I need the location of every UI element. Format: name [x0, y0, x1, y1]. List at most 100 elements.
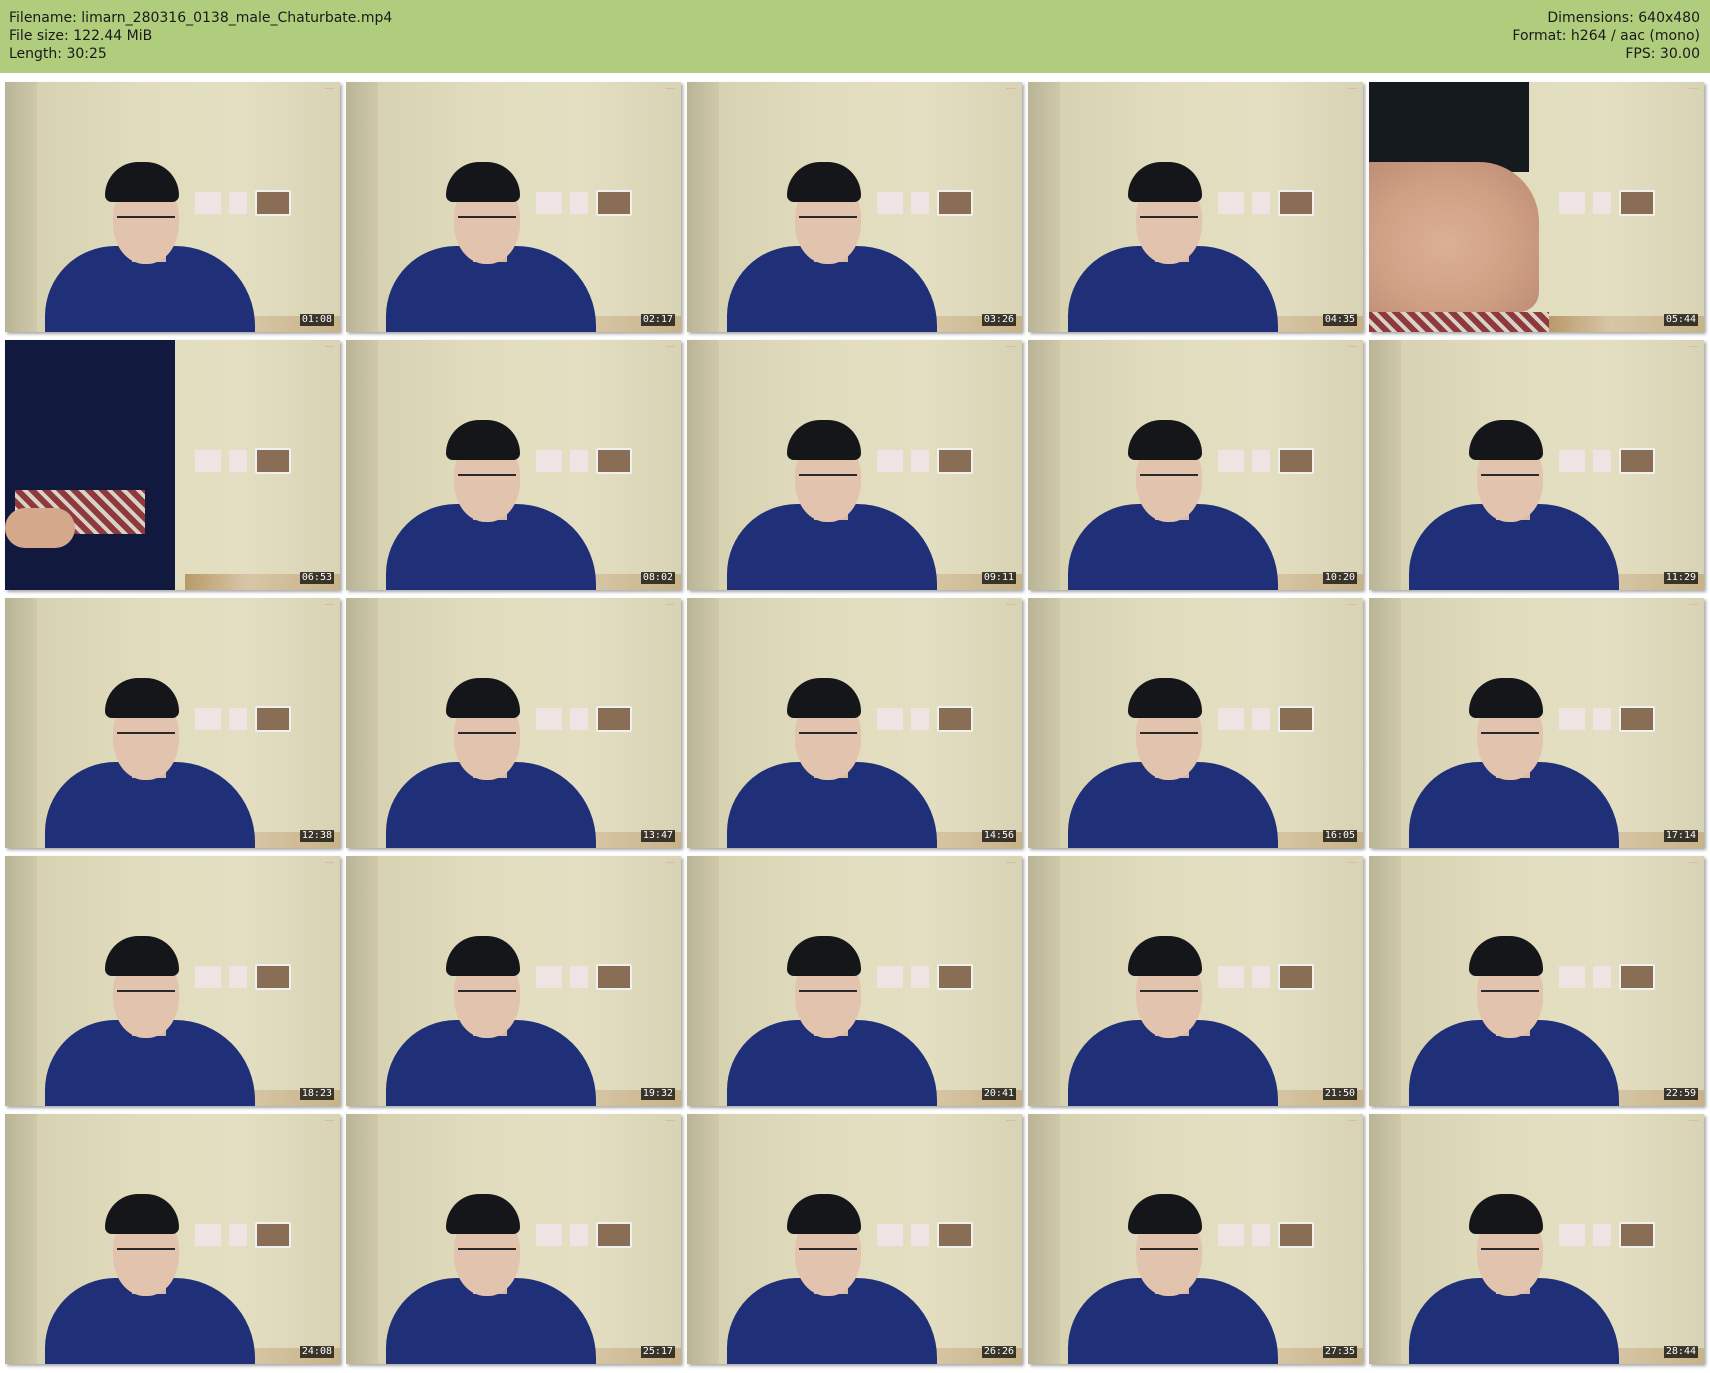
watermark: ····· — [665, 860, 675, 867]
cap — [1128, 678, 1202, 718]
wall-clock — [596, 1222, 632, 1248]
wall-items — [195, 1222, 315, 1248]
glasses — [117, 1248, 175, 1260]
video-thumbnail[interactable]: ····· 21:50 — [1028, 856, 1363, 1106]
watermark: ····· — [324, 602, 334, 609]
cap — [105, 678, 179, 718]
watermark: ····· — [1347, 602, 1357, 609]
cap — [1128, 1194, 1202, 1234]
video-thumbnail[interactable]: ····· 16:05 — [1028, 598, 1363, 848]
cap — [787, 678, 861, 718]
wall-items — [536, 190, 656, 216]
wall-items — [536, 706, 656, 732]
glasses — [458, 474, 516, 486]
wall-clock — [1278, 448, 1314, 474]
video-thumbnail[interactable]: ····· 10:20 — [1028, 340, 1363, 590]
watermark: ····· — [665, 86, 675, 93]
wall-items — [195, 190, 315, 216]
wall-corner — [1028, 340, 1060, 590]
cap — [1469, 678, 1543, 718]
watermark: ····· — [1347, 860, 1357, 867]
wall-corner — [1028, 82, 1060, 332]
dimensions-label: Dimensions: 640x480 — [1547, 10, 1700, 26]
timestamp-label: 28:44 — [1663, 1346, 1698, 1358]
watermark: ····· — [1688, 860, 1698, 867]
cap — [1128, 420, 1202, 460]
filename-label: Filename: limarn_280316_0138_male_Chatur… — [9, 10, 393, 26]
video-thumbnail[interactable]: ····· 03:26 — [687, 82, 1022, 332]
wall-items — [877, 706, 997, 732]
video-thumbnail[interactable]: ····· 18:23 — [5, 856, 340, 1106]
wall-clock — [596, 448, 632, 474]
video-thumbnail[interactable]: ····· 27:35 — [1028, 1114, 1363, 1364]
video-thumbnail[interactable]: ····· 13:47 — [346, 598, 681, 848]
video-thumbnail[interactable]: ····· 22:59 — [1369, 856, 1704, 1106]
watermark: ····· — [1347, 344, 1357, 351]
glasses — [799, 1248, 857, 1260]
video-thumbnail[interactable]: ····· 04:35 — [1028, 82, 1363, 332]
wall-clock — [255, 448, 291, 474]
wall-items — [1218, 706, 1338, 732]
video-thumbnail[interactable]: ····· 09:11 — [687, 340, 1022, 590]
wall-items — [1559, 706, 1679, 732]
video-thumbnail[interactable]: ····· 24:08 — [5, 1114, 340, 1364]
video-thumbnail[interactable]: ····· 11:29 — [1369, 340, 1704, 590]
media-info: Dimensions: 640x480 Format: h264 / aac (… — [1512, 9, 1700, 63]
timestamp-label: 02:17 — [640, 314, 675, 326]
watermark: ····· — [1347, 86, 1357, 93]
video-thumbnail[interactable]: ····· 28:44 — [1369, 1114, 1704, 1364]
video-thumbnail[interactable]: ····· 19:32 — [346, 856, 681, 1106]
watermark: ····· — [665, 1118, 675, 1125]
glasses — [799, 990, 857, 1002]
timestamp-label: 11:29 — [1663, 572, 1698, 584]
glasses — [117, 990, 175, 1002]
wall-clock — [1278, 1222, 1314, 1248]
wall-corner — [5, 856, 37, 1106]
video-thumbnail[interactable]: ····· 12:38 — [5, 598, 340, 848]
glasses — [1481, 474, 1539, 486]
wall-clock — [1619, 190, 1655, 216]
fps-label: FPS: 30.00 — [1625, 46, 1700, 62]
video-thumbnail[interactable]: ····· 02:17 — [346, 82, 681, 332]
timestamp-label: 17:14 — [1663, 830, 1698, 842]
video-thumbnail[interactable]: ····· 17:14 — [1369, 598, 1704, 848]
wall-corner — [687, 82, 719, 332]
cap — [1128, 936, 1202, 976]
glasses — [1140, 990, 1198, 1002]
wall-clock — [596, 964, 632, 990]
timestamp-label: 14:56 — [981, 830, 1016, 842]
video-thumbnail[interactable]: ····· 06:53 — [5, 340, 340, 590]
timestamp-label: 06:53 — [299, 572, 334, 584]
wall-clock — [596, 706, 632, 732]
wall-clock — [255, 190, 291, 216]
watermark: ····· — [324, 344, 334, 351]
wall-items — [536, 964, 656, 990]
video-thumbnail[interactable]: ····· 26:26 — [687, 1114, 1022, 1364]
cap — [105, 162, 179, 202]
wall-clock — [937, 448, 973, 474]
cap — [446, 420, 520, 460]
timestamp-label: 21:50 — [1322, 1088, 1357, 1100]
glasses — [1481, 1248, 1539, 1260]
wall-clock — [937, 190, 973, 216]
video-thumbnail[interactable]: ····· 05:44 — [1369, 82, 1704, 332]
timestamp-label: 09:11 — [981, 572, 1016, 584]
video-thumbnail[interactable]: ····· 20:41 — [687, 856, 1022, 1106]
length-label: Length: 30:25 — [9, 46, 107, 62]
video-thumbnail[interactable]: ····· 14:56 — [687, 598, 1022, 848]
watermark: ····· — [1006, 86, 1016, 93]
wall-corner — [346, 340, 378, 590]
glasses — [799, 474, 857, 486]
wall-clock — [255, 706, 291, 732]
watermark: ····· — [1688, 602, 1698, 609]
wall-clock — [1619, 706, 1655, 732]
video-thumbnail[interactable]: ····· 08:02 — [346, 340, 681, 590]
video-thumbnail[interactable]: ····· 25:17 — [346, 1114, 681, 1364]
timestamp-label: 04:35 — [1322, 314, 1357, 326]
wall-items — [1559, 964, 1679, 990]
wall-clock — [255, 964, 291, 990]
wall-corner — [346, 598, 378, 848]
watermark: ····· — [1006, 1118, 1016, 1125]
video-thumbnail[interactable]: ····· 01:08 — [5, 82, 340, 332]
watermark: ····· — [1006, 344, 1016, 351]
